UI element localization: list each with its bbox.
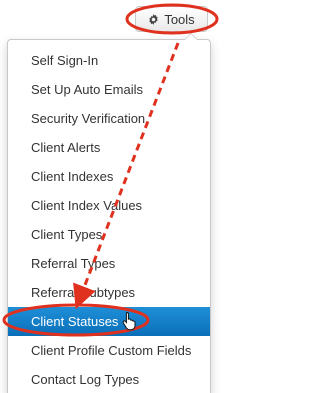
menu-item-client-alerts[interactable]: Client Alerts (8, 133, 210, 162)
menu-item-client-statuses[interactable]: Client Statuses (8, 307, 210, 336)
screenshot-stage: Tools Self Sign-In Set Up Auto Emails Se… (0, 0, 226, 393)
menu-item-referral-types[interactable]: Referral Types (8, 249, 210, 278)
menu-item-set-up-auto-emails[interactable]: Set Up Auto Emails (8, 75, 210, 104)
menu-item-client-profile-custom-fields[interactable]: Client Profile Custom Fields (8, 336, 210, 365)
menu-item-referral-subtypes[interactable]: Referral Subtypes (8, 278, 210, 307)
menu-item-client-types[interactable]: Client Types (8, 220, 210, 249)
tools-dropdown-menu: Self Sign-In Set Up Auto Emails Security… (7, 33, 211, 393)
tools-button-label: Tools (164, 11, 195, 27)
hand-pointer-icon (122, 311, 136, 331)
menu-item-client-indexes[interactable]: Client Indexes (8, 162, 210, 191)
menu-item-contact-log-types[interactable]: Contact Log Types (8, 365, 210, 393)
menu-item-client-index-values[interactable]: Client Index Values (8, 191, 210, 220)
menu-item-security-verification[interactable]: Security Verification (8, 104, 210, 133)
gear-icon (149, 13, 159, 25)
menu-item-self-sign-in[interactable]: Self Sign-In (8, 46, 210, 75)
tools-button[interactable]: Tools (135, 6, 208, 32)
